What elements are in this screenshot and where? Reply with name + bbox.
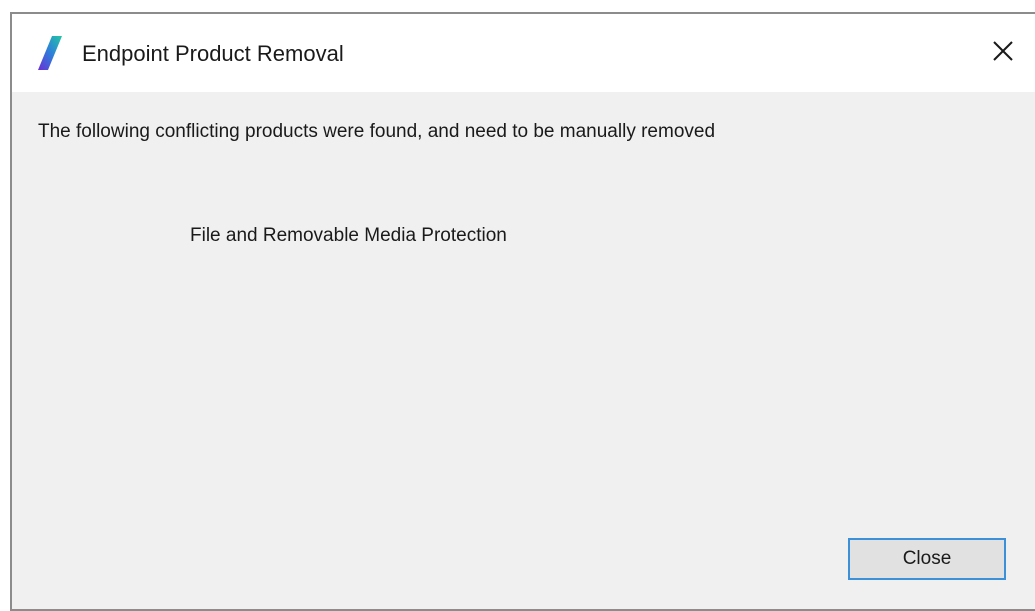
title-bar[interactable]: Endpoint Product Removal [12,14,1035,92]
window-close-button[interactable] [971,14,1035,92]
close-icon [992,40,1014,67]
app-logo-icon [34,36,64,70]
close-button[interactable]: Close [848,538,1006,580]
dialog-content: The following conflicting products were … [12,92,1035,609]
window-title: Endpoint Product Removal [82,41,344,66]
close-button-label: Close [902,548,952,569]
conflict-message: The following conflicting products were … [38,121,716,142]
conflicting-product-item: File and Removable Media Protection [190,225,507,246]
dialog-window: Endpoint Product Removal The following c… [10,12,1035,611]
